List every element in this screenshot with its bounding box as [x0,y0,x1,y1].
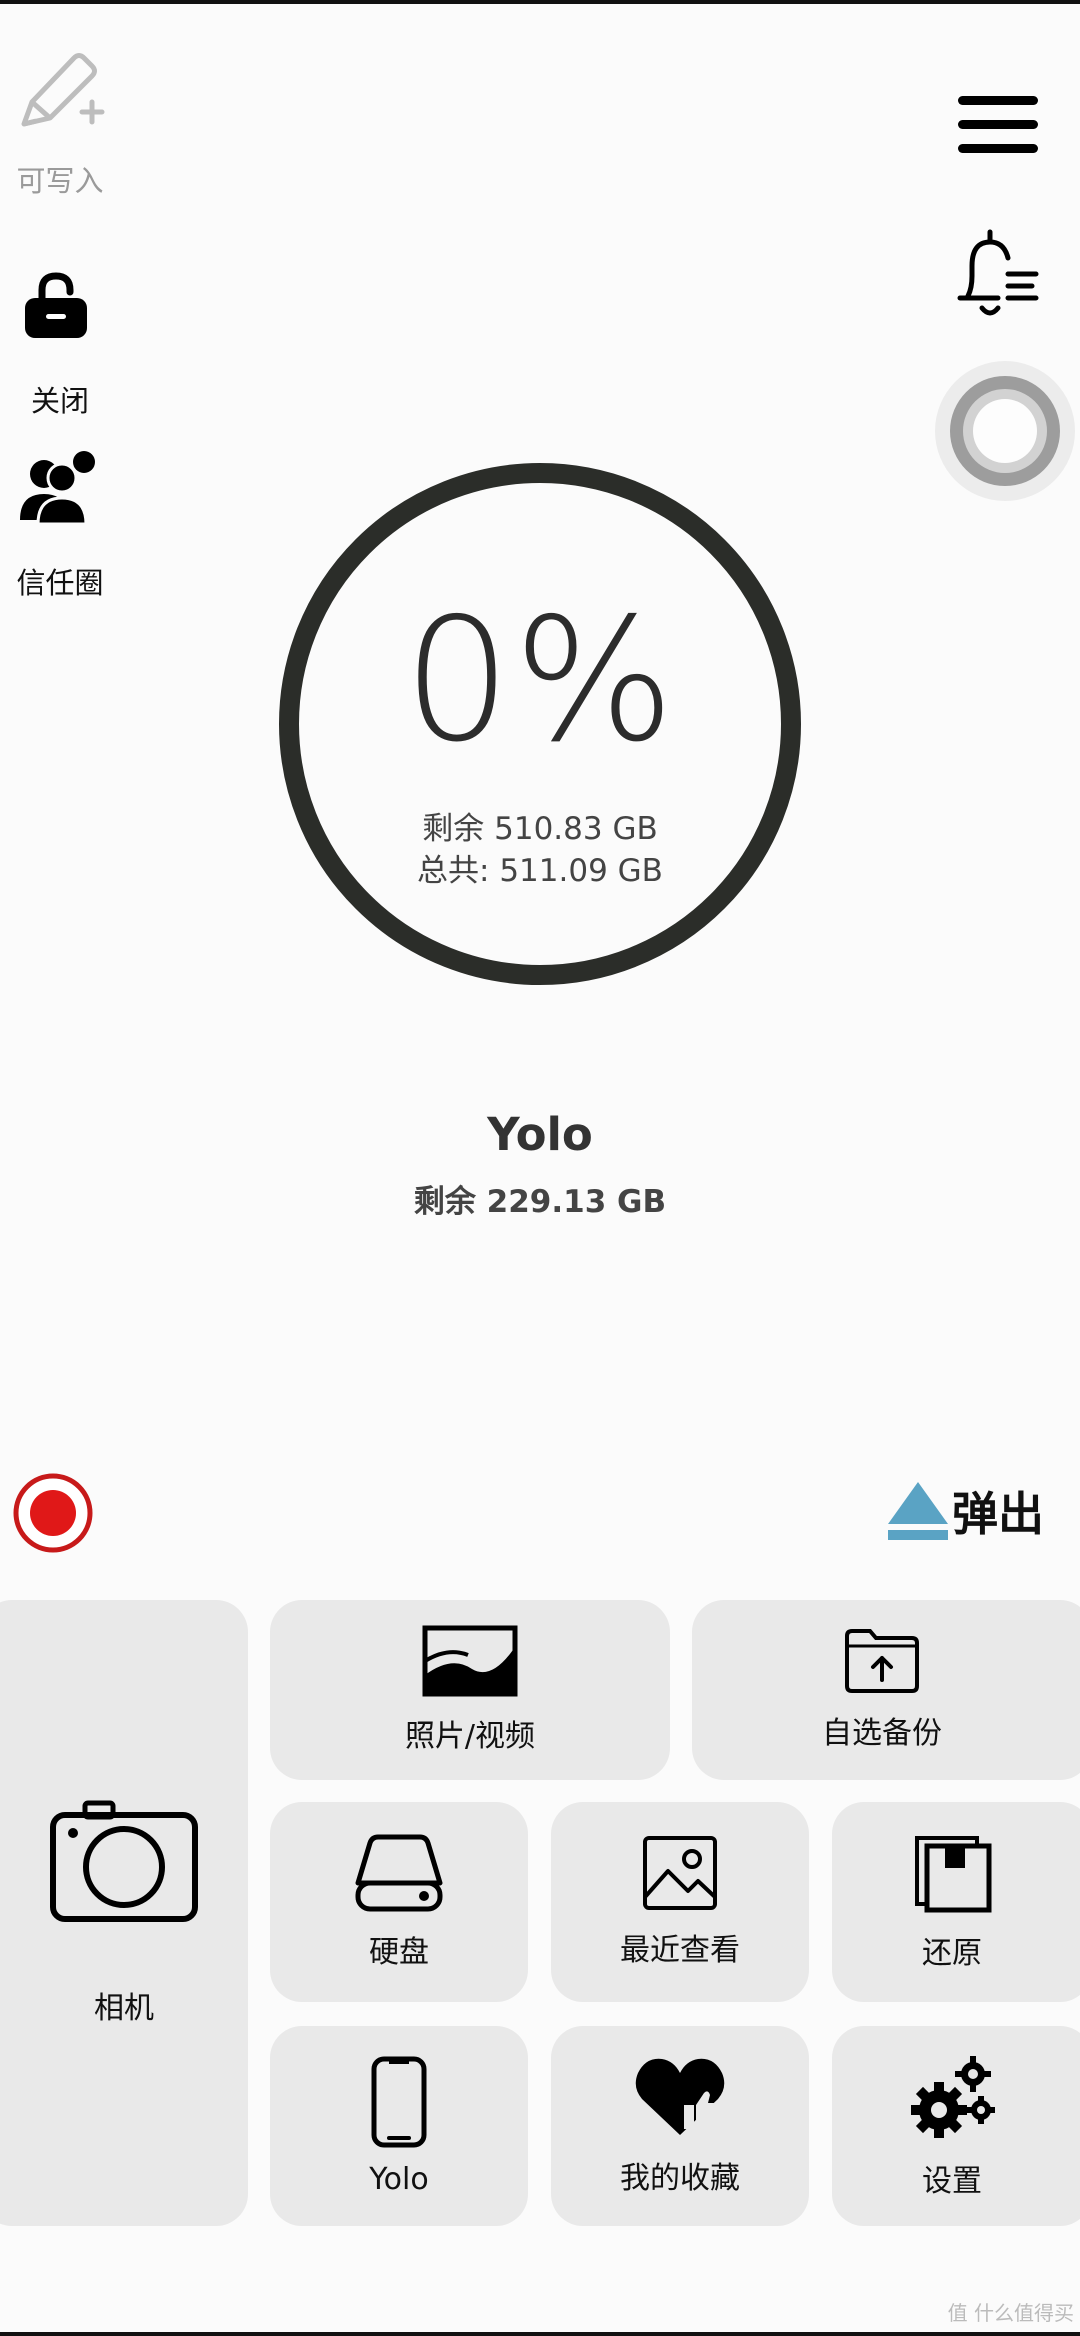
hamburger-menu-icon [958,96,1038,153]
tile-restore[interactable]: 还原 [832,1802,1080,2002]
hard-drive-icon [355,1834,443,1912]
storage-remaining: 剩余 510.83 GB [422,811,658,847]
tile-restore-label: 还原 [922,1936,982,1971]
tile-custom-backup-label: 自选备份 [822,1716,942,1751]
folder-upload-icon [845,1629,919,1693]
photo-icon [422,1625,518,1697]
floating-assistive-button[interactable] [932,358,1078,504]
record-button[interactable] [12,1472,94,1554]
eject-icon [888,1482,948,1540]
storage-total: 总共: 511.09 GB [417,853,663,889]
trust-label: 信任圈 [16,566,104,600]
unlock-icon [25,272,87,338]
trust-circle-button[interactable] [16,450,100,530]
record-icon [13,1473,93,1553]
tile-recent[interactable]: 最近查看 [551,1802,809,2002]
tile-disk-label: 硬盘 [369,1935,429,1970]
eject-label: 弹出 [952,1487,1044,1541]
notifications-button[interactable] [952,226,1042,322]
tile-photos-label: 照片/视频 [404,1719,536,1754]
menu-button[interactable] [956,92,1040,158]
tile-settings-label: 设置 [922,2164,982,2199]
tile-phone[interactable]: Yolo [270,2026,528,2226]
tile-favorites[interactable]: 我的收藏 [551,2026,809,2226]
lock-button[interactable] [20,268,92,340]
tile-settings[interactable]: 设置 [832,2026,1080,2226]
tile-recent-label: 最近查看 [620,1933,740,1968]
bottom-border [0,2332,1080,2336]
phone-icon [371,2056,427,2147]
pencil-plus-icon [21,53,105,127]
device-remaining: 剩余 229.13 GB [413,1184,667,1220]
bell-list-icon [957,229,1039,316]
image-icon [643,1836,717,1910]
lock-label: 关闭 [30,384,89,418]
tile-camera-label: 相机 [94,1991,154,2026]
tile-favorites-label: 我的收藏 [620,2161,740,2196]
tile-camera[interactable]: 相机 [0,1600,248,2226]
assistive-touch-icon [935,361,1075,501]
gears-icon [911,2056,995,2138]
restore-box-icon [915,1836,992,1913]
eject-button[interactable]: 弹出 [884,1476,1054,1546]
write-label: 可写入 [16,164,104,198]
camera-icon [50,1800,198,1922]
tile-custom-backup[interactable]: 自选备份 [692,1600,1080,1780]
tile-disk[interactable]: 硬盘 [270,1802,528,2002]
heart-thumbs-up-icon [635,2058,725,2135]
watermark: 值 什么值得买 [947,2301,1074,2325]
device-name: Yolo [487,1108,593,1161]
tile-phone-label: Yolo [369,2161,429,2197]
storage-percent: 0% [403,582,677,780]
tile-photos-videos[interactable]: 照片/视频 [270,1600,670,1780]
write-button[interactable] [12,44,112,134]
top-border [0,0,1080,4]
users-icon [20,451,95,526]
